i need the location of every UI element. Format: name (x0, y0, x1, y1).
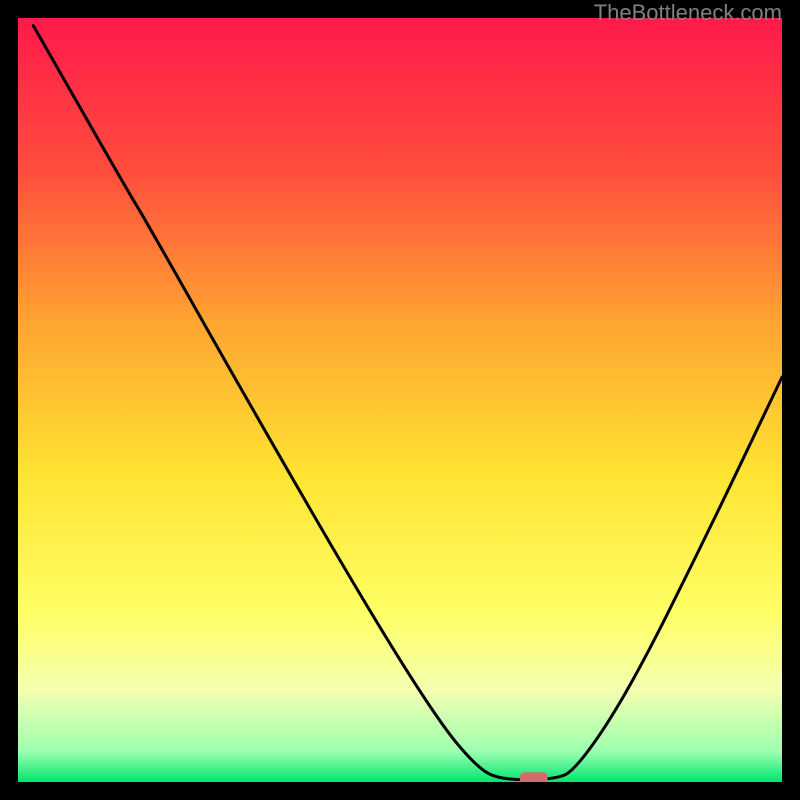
gradient-background (18, 18, 782, 782)
bottleneck-chart (18, 18, 782, 782)
chart-frame (18, 18, 782, 782)
watermark-text: TheBottleneck.com (594, 0, 782, 26)
operating-point-marker (520, 772, 548, 782)
